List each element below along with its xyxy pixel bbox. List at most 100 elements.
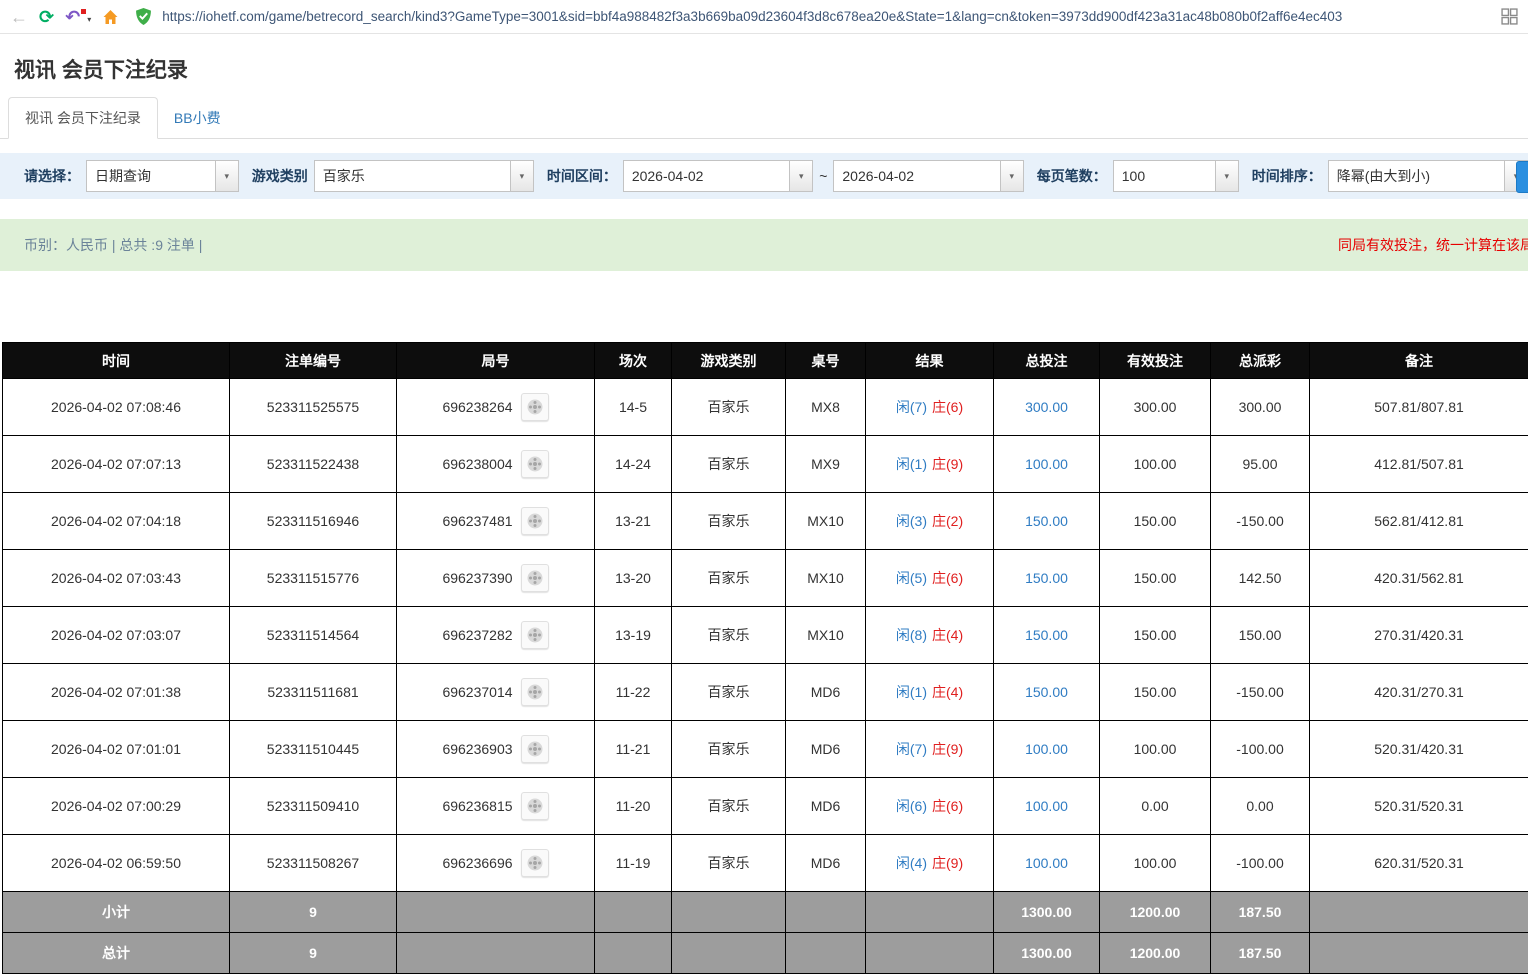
page-title: 视讯 会员下注纪录 bbox=[0, 34, 1528, 84]
cell-table-id: MD6 bbox=[786, 778, 866, 835]
video-replay-icon[interactable] bbox=[521, 621, 549, 649]
table-row: 2026-04-02 07:03:07523311514564696237282… bbox=[3, 607, 1528, 664]
total-bet-link[interactable]: 100.00 bbox=[1025, 855, 1068, 871]
video-replay-icon[interactable] bbox=[521, 393, 549, 421]
video-replay-icon[interactable] bbox=[521, 849, 549, 877]
cell-session: 14-5 bbox=[595, 379, 672, 436]
round-id-wrap: 696236696 bbox=[398, 849, 593, 877]
chevron-down-icon[interactable]: ▾ bbox=[215, 161, 238, 191]
table-row: 2026-04-02 07:03:43523311515776696237390… bbox=[3, 550, 1528, 607]
video-replay-icon[interactable] bbox=[521, 507, 549, 535]
time-range-label: 时间区间： bbox=[547, 166, 617, 186]
date-from-select[interactable]: 2026-04-02 ▾ bbox=[623, 160, 813, 192]
cell-session: 13-21 bbox=[595, 493, 672, 550]
cell-bet-id: 523311522438 bbox=[230, 436, 397, 493]
address-bar[interactable]: https://iohetf.com/game/betrecord_search… bbox=[162, 9, 1490, 24]
undo-group[interactable]: ↶ ▾ bbox=[65, 8, 91, 26]
grandtotal-total-bet: 1300.00 bbox=[994, 933, 1100, 974]
total-bet-link[interactable]: 100.00 bbox=[1025, 798, 1068, 814]
video-replay-icon[interactable] bbox=[521, 792, 549, 820]
video-replay-icon[interactable] bbox=[521, 564, 549, 592]
cell-session: 11-22 bbox=[595, 664, 672, 721]
chevron-down-icon[interactable]: ▾ bbox=[510, 161, 533, 191]
cell-round-id: 696237481 bbox=[397, 493, 595, 550]
cell-table-id: MX10 bbox=[786, 607, 866, 664]
cell-total-bet: 150.00 bbox=[994, 607, 1100, 664]
player-result: 闲(8) bbox=[896, 627, 927, 643]
grandtotal-empty-2 bbox=[672, 933, 786, 974]
cell-session: 11-21 bbox=[595, 721, 672, 778]
grandtotal-label: 总计 bbox=[3, 933, 230, 974]
cell-payout: 95.00 bbox=[1211, 436, 1310, 493]
cell-session: 13-20 bbox=[595, 550, 672, 607]
cell-bet-id: 523311516946 bbox=[230, 493, 397, 550]
round-id-wrap: 696237390 bbox=[398, 564, 593, 592]
cell-result: 闲(8)庄(4) bbox=[866, 607, 994, 664]
tab-bb-tips[interactable]: BB小费 bbox=[158, 98, 237, 138]
video-replay-icon[interactable] bbox=[521, 678, 549, 706]
chevron-down-icon[interactable]: ▾ bbox=[789, 161, 812, 191]
tab-bet-records[interactable]: 视讯 会员下注纪录 bbox=[8, 97, 158, 139]
grandtotal-payout: 187.50 bbox=[1211, 933, 1310, 974]
cell-bet-id: 523311525575 bbox=[230, 379, 397, 436]
query-type-select[interactable]: 日期查询 ▾ bbox=[86, 160, 239, 192]
cell-game-type: 百家乐 bbox=[672, 664, 786, 721]
column-header-1: 注单编号 bbox=[230, 343, 397, 379]
round-id-wrap: 696237014 bbox=[398, 678, 593, 706]
table-row: 2026-04-02 07:00:29523311509410696236815… bbox=[3, 778, 1528, 835]
total-bet-link[interactable]: 150.00 bbox=[1025, 627, 1068, 643]
cell-total-bet: 300.00 bbox=[994, 379, 1100, 436]
home-icon[interactable] bbox=[102, 9, 119, 25]
banker-result: 庄(4) bbox=[932, 684, 963, 700]
subtotal-valid-bet: 1200.00 bbox=[1100, 892, 1211, 933]
grandtotal-row: 总计91300.001200.00187.50 bbox=[3, 933, 1528, 974]
game-type-select[interactable]: 百家乐 ▾ bbox=[314, 160, 534, 192]
browser-toolbar: ← ⟳ ↶ ▾ https://iohetf.com/game/betrecor… bbox=[0, 0, 1528, 34]
banker-result: 庄(2) bbox=[932, 513, 963, 529]
round-id-wrap: 696237282 bbox=[398, 621, 593, 649]
total-bet-link[interactable]: 100.00 bbox=[1025, 456, 1068, 472]
cell-valid-bet: 100.00 bbox=[1100, 835, 1211, 892]
cell-game-type: 百家乐 bbox=[672, 607, 786, 664]
video-replay-icon[interactable] bbox=[521, 450, 549, 478]
date-to-value: 2026-04-02 bbox=[834, 168, 999, 184]
video-replay-icon[interactable] bbox=[521, 735, 549, 763]
cell-result: 闲(4)庄(9) bbox=[866, 835, 994, 892]
security-shield-icon[interactable] bbox=[136, 8, 151, 25]
total-bet-link[interactable]: 150.00 bbox=[1025, 684, 1068, 700]
column-header-3: 场次 bbox=[595, 343, 672, 379]
page-size-value: 100 bbox=[1114, 168, 1215, 184]
undo-icon[interactable]: ↶ bbox=[65, 8, 80, 26]
chevron-down-icon[interactable]: ▾ bbox=[1215, 161, 1238, 191]
total-bet-link[interactable]: 150.00 bbox=[1025, 570, 1068, 586]
refresh-icon[interactable]: ⟳ bbox=[39, 8, 54, 26]
cell-total-bet: 100.00 bbox=[994, 835, 1100, 892]
date-to-select[interactable]: 2026-04-02 ▾ bbox=[833, 160, 1023, 192]
cell-round-id: 696236815 bbox=[397, 778, 595, 835]
cell-bet-id: 523311511681 bbox=[230, 664, 397, 721]
cell-valid-bet: 150.00 bbox=[1100, 664, 1211, 721]
cell-session: 11-20 bbox=[595, 778, 672, 835]
total-bet-link[interactable]: 150.00 bbox=[1025, 513, 1068, 529]
cell-result: 闲(1)庄(9) bbox=[866, 436, 994, 493]
valid-bet-notice: 同局有效投注，统一计算在该局 bbox=[1338, 235, 1528, 255]
round-id-wrap: 696238004 bbox=[398, 450, 593, 478]
back-icon[interactable]: ← bbox=[10, 8, 28, 26]
chevron-down-icon[interactable]: ▾ bbox=[1000, 161, 1023, 191]
query-type-value: 日期查询 bbox=[87, 166, 215, 186]
cell-session: 13-19 bbox=[595, 607, 672, 664]
sort-select[interactable]: 降幂(由大到小) ▾ bbox=[1328, 160, 1528, 192]
info-bar: 币别：人民币 | 总共 :9 注单 | 同局有效投注，统一计算在该局 bbox=[0, 219, 1528, 271]
round-id-text: 696238264 bbox=[442, 399, 512, 415]
extensions-grid-icon[interactable] bbox=[1501, 8, 1518, 25]
page-size-select[interactable]: 100 ▾ bbox=[1113, 160, 1239, 192]
search-button[interactable] bbox=[1516, 161, 1528, 193]
total-bet-link[interactable]: 100.00 bbox=[1025, 741, 1068, 757]
total-bet-link[interactable]: 300.00 bbox=[1025, 399, 1068, 415]
cell-session: 11-19 bbox=[595, 835, 672, 892]
player-result: 闲(1) bbox=[896, 684, 927, 700]
chevron-down-icon[interactable]: ▾ bbox=[87, 15, 91, 24]
banker-result: 庄(6) bbox=[932, 570, 963, 586]
banker-result: 庄(6) bbox=[932, 798, 963, 814]
cell-note: 420.31/562.81 bbox=[1310, 550, 1528, 607]
